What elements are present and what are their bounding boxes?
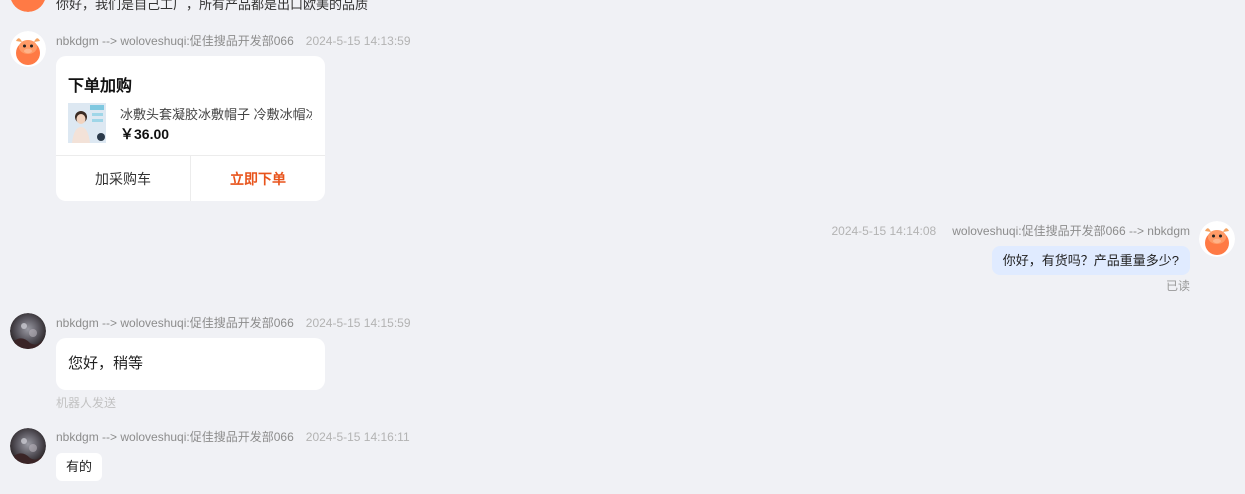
read-status: 已读	[1165, 279, 1190, 293]
incoming-message-bubble: 您好，稍等	[56, 338, 325, 390]
order-now-button[interactable]: 立即下单	[190, 156, 325, 201]
brand-avatar-outgoing	[1199, 221, 1235, 257]
sender-label: nbkdgm --> woloveshuqi:促佳搜品开发部066	[56, 316, 294, 330]
ox-icon	[10, 31, 46, 67]
ox-icon	[1199, 221, 1235, 257]
timestamp: 2024-5-15 14:16:11	[305, 430, 410, 444]
message-meta: nbkdgm --> woloveshuqi:促佳搜品开发部066 2024-5-…	[56, 314, 411, 331]
product-name[interactable]: 冰敷头套凝胶冰敷帽子 冷敷冰帽冰敷头套	[120, 104, 312, 123]
user-photo-icon	[10, 428, 46, 464]
user-avatar	[10, 428, 46, 464]
outgoing-message-bubble: 你好，有货吗？产品重量多少?	[991, 246, 1190, 275]
sender-label: nbkdgm --> woloveshuqi:促佳搜品开发部066	[56, 430, 294, 444]
message-meta-outgoing: 2024-5-15 14:14:08 woloveshuqi:促佳搜品开发部066…	[831, 222, 1190, 239]
partial-message-text: 你好，我们是自己工厂，所有产品都是出口欧美的品质	[56, 0, 369, 12]
user-photo-icon	[10, 313, 46, 349]
sender-label: nbkdgm --> woloveshuqi:促佳搜品开发部066	[56, 34, 294, 48]
product-price: ￥36.00	[120, 126, 170, 142]
add-to-cart-button[interactable]: 加采购车	[56, 156, 190, 201]
sender-label: woloveshuqi:促佳搜品开发部066 --> nbkdgm	[952, 224, 1190, 238]
brand-avatar-top	[10, 0, 46, 12]
brand-avatar	[10, 31, 46, 67]
card-title: 下单加购	[68, 78, 133, 95]
order-card: 下单加购 冰敷头套凝胶冰敷帽子 冷敷冰帽冰敷头套 ￥36.00 加采购车 立即下…	[56, 56, 325, 201]
message-meta: nbkdgm --> woloveshuqi:促佳搜品开发部066 2024-5-…	[56, 32, 411, 49]
user-avatar	[10, 313, 46, 349]
incoming-message-bubble: 有的	[56, 453, 103, 481]
timestamp: 2024-5-15 14:15:59	[305, 316, 411, 330]
timestamp: 2024-5-15 14:14:08	[831, 224, 937, 238]
message-meta: nbkdgm --> woloveshuqi:促佳搜品开发部066 2024-5-…	[56, 428, 410, 445]
timestamp: 2024-5-15 14:13:59	[305, 34, 411, 48]
robot-sent-note: 机器人发送	[56, 396, 117, 410]
card-footer: 加采购车 立即下单	[56, 155, 325, 201]
product-thumbnail[interactable]	[68, 103, 106, 143]
